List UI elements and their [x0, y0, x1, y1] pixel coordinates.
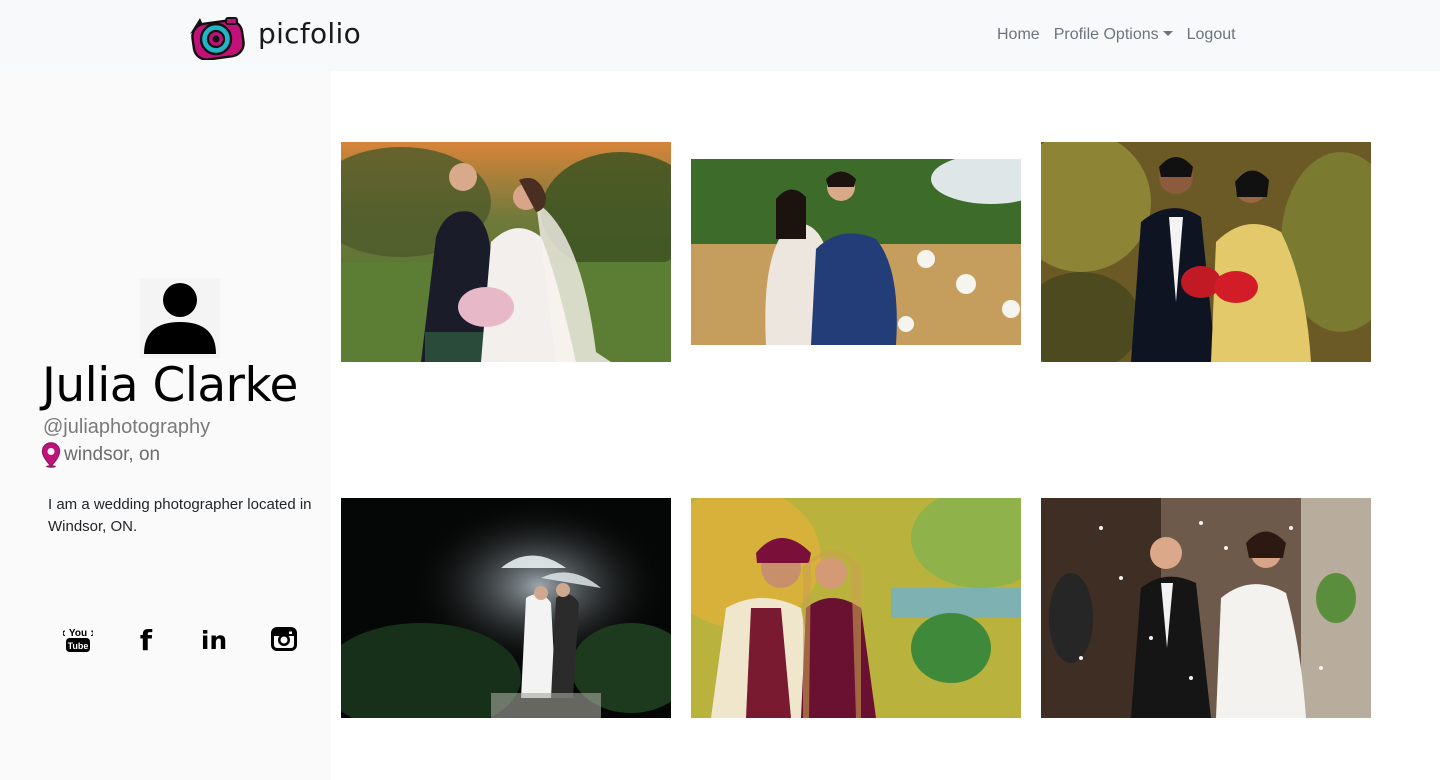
- youtube-icon[interactable]: You Tube Tube You: [63, 624, 93, 654]
- gallery-photo-1[interactable]: [341, 142, 671, 362]
- linkedin-icon-text: in: [201, 626, 227, 654]
- photo-3-image: [1041, 142, 1371, 362]
- top-navbar: picfolio Home Profile Options Logout: [0, 0, 1440, 71]
- gallery-photo-6[interactable]: [1041, 498, 1371, 718]
- brand-link[interactable]: picfolio: [189, 12, 361, 60]
- photo-5-image: [691, 498, 1021, 718]
- photo-4-image: [341, 498, 671, 718]
- gallery-photo-2[interactable]: [691, 159, 1021, 345]
- svg-text:Tube: Tube: [68, 641, 89, 651]
- location-text: windsor, on: [64, 444, 161, 465]
- profile-location: windsor, on: [41, 442, 160, 468]
- profile-name: Julia Clarke: [42, 358, 298, 413]
- nav-profile-options-dropdown[interactable]: Profile Options: [1047, 22, 1180, 48]
- profile-handle: @juliaphotography: [43, 416, 211, 438]
- camera-logo-icon: [190, 17, 245, 60]
- gallery-photo-3[interactable]: [1041, 142, 1371, 362]
- caret-down-icon: [1162, 31, 1173, 36]
- photo-6-image: [1041, 498, 1371, 718]
- profile-sidebar: Julia Clarke @juliaphotography windsor, …: [0, 71, 331, 780]
- nav-links: Home Profile Options Logout: [990, 22, 1243, 48]
- profile-options-label: Profile Options: [1053, 26, 1159, 43]
- facebook-icon[interactable]: f: [131, 624, 161, 654]
- user-silhouette-icon: [140, 278, 220, 358]
- nav-home-link[interactable]: Home: [990, 22, 1047, 48]
- svg-text:You: You: [69, 628, 87, 639]
- brand-name: picfolio: [258, 17, 362, 50]
- photo-1-image: [341, 142, 671, 362]
- photo-2-image: [691, 159, 1021, 345]
- gallery-photo-5[interactable]: [691, 498, 1021, 718]
- linkedin-icon[interactable]: in: [199, 624, 229, 654]
- instagram-icon[interactable]: [269, 624, 299, 654]
- nav-logout-link[interactable]: Logout: [1180, 22, 1243, 48]
- profile-bio: I am a wedding photographer located in W…: [48, 496, 312, 535]
- social-links: You Tube Tube You f in: [63, 624, 303, 654]
- facebook-icon-text: f: [140, 624, 153, 654]
- gallery-photo-4[interactable]: [341, 498, 671, 718]
- location-pin-icon: [41, 442, 61, 468]
